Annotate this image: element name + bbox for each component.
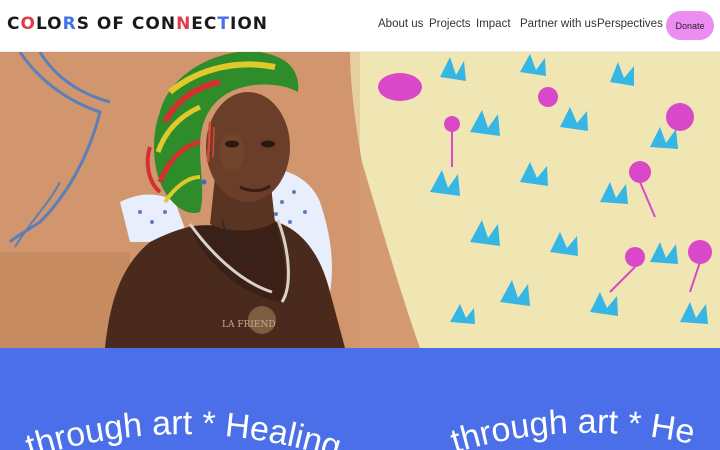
tagline-text-right: through art * He (446, 403, 698, 450)
donate-button[interactable]: Donate (666, 11, 714, 40)
site-header: COLORS OF CONNECTION About us Projects I… (0, 0, 720, 52)
nav-impact[interactable]: Impact (476, 18, 511, 30)
nav-projects[interactable]: Projects (429, 18, 471, 30)
hero-image: LA FRIEND (0, 52, 720, 348)
shirt-print-text: LA FRIEND (222, 320, 276, 330)
tagline-banner: through art * Healing through art * He (0, 348, 720, 450)
nav-about-us[interactable]: About us (378, 18, 423, 30)
nav-perspectives[interactable]: Perspectives (597, 18, 663, 30)
curved-tagline: through art * Healing through art * He (21, 403, 698, 450)
site-logo[interactable]: COLORS OF CONNECTION (7, 14, 268, 36)
mural-portrait-photo: LA FRIEND (0, 52, 720, 348)
nav-partner-with-us[interactable]: Partner with us (520, 18, 597, 30)
tagline-text-left: through art * Healing (21, 404, 345, 450)
logo-text: COLORS OF CONNECTION (7, 14, 269, 34)
